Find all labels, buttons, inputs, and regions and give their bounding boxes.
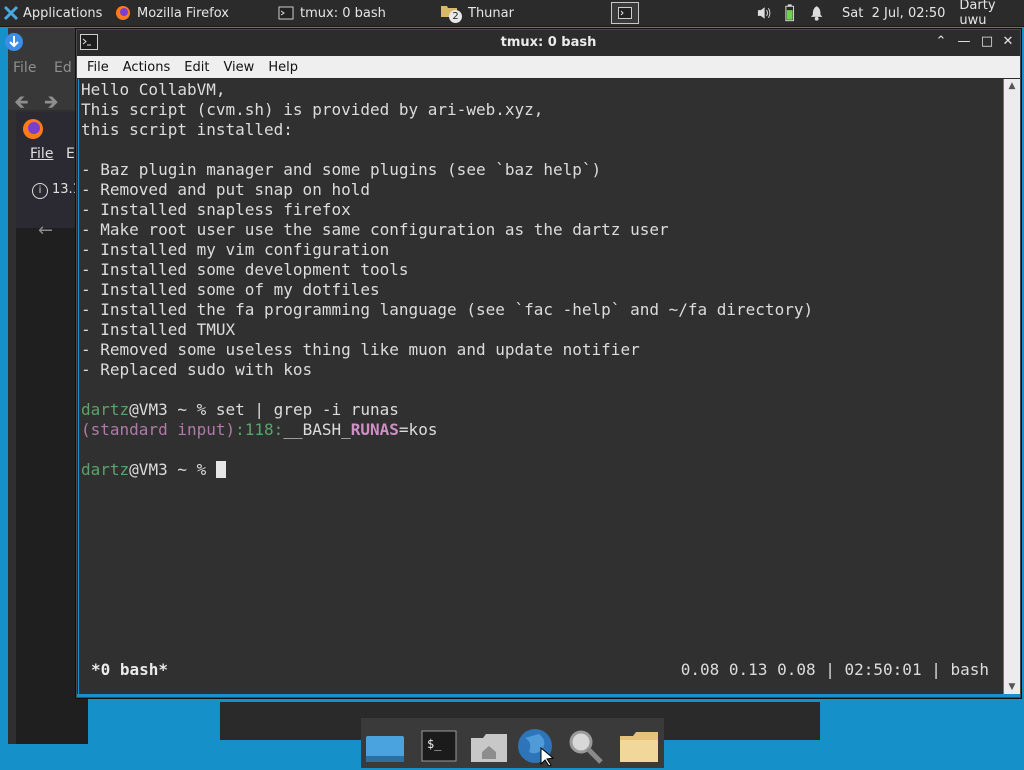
output-line: This script (cvm.sh) is provided by ari-… [81, 100, 544, 119]
grep-colon: : [235, 420, 245, 439]
output-line: - Installed TMUX [81, 320, 236, 339]
volume-icon[interactable] [756, 5, 773, 21]
grep-colon: : [273, 420, 284, 439]
menu-file[interactable]: File [77, 60, 116, 75]
close-button[interactable]: ✕ [999, 33, 1017, 51]
output-line: - Make root user use the same configurat… [81, 220, 669, 239]
output-line: - Installed some of my dotfiles [81, 280, 380, 299]
back-arrow-icon[interactable]: ← [38, 220, 53, 241]
clock[interactable]: Sat 2 Jul, 02:50 [842, 6, 945, 21]
terminal-icon [278, 6, 294, 20]
workspace-switcher[interactable] [608, 0, 642, 26]
firefox-icon [116, 6, 130, 20]
info-icon: i [32, 183, 48, 199]
tmux-status-right: 0.08 0.13 0.08 | 02:50:01 | bash [680, 660, 989, 679]
app-finder-icon[interactable] [563, 722, 607, 766]
firefox-icon [23, 119, 43, 139]
taskbar-label: tmux: 0 bash [300, 5, 386, 21]
taskbar-label: Mozilla Firefox [137, 5, 229, 21]
info-text: i 13.1 [32, 182, 81, 199]
folder-group-icon: 2 [440, 4, 464, 23]
menu-file[interactable]: File [30, 146, 53, 162]
xfce-x-icon [3, 5, 19, 21]
grep-prefix: __BASH_ [283, 420, 351, 439]
grep-suffix: =kos [398, 420, 438, 439]
text-cursor [215, 461, 226, 478]
user-name[interactable]: Darty uwu [959, 0, 1024, 28]
prompt-line[interactable]: dartz@VM3 ~ % [81, 460, 226, 480]
tmux-window-list[interactable]: *0 bash* [91, 660, 168, 679]
group-count-badge: 2 [449, 10, 462, 23]
scroll-up-arrow-icon[interactable]: ▲ [1004, 79, 1020, 93]
svg-text:$_: $_ [427, 737, 442, 751]
command-text: set | grep -i runas [215, 400, 399, 419]
taskbar-terminal[interactable]: tmux: 0 bash [274, 0, 436, 26]
menu-edit[interactable]: Edit [177, 60, 216, 75]
files-icon[interactable] [617, 722, 661, 766]
prompt-user: dartz [81, 400, 130, 419]
window-title: tmux: 0 bash [500, 35, 597, 50]
grep-source: (standard input) [81, 420, 236, 439]
terminal-output[interactable]: Hello CollabVM, This script (cvm.sh) is … [78, 79, 1004, 694]
shade-button[interactable]: ⌃ [932, 33, 950, 51]
terminal-window: tmux: 0 bash ⌃ — □ ✕ File Actions Edit V… [76, 29, 1021, 698]
applications-label: Applications [23, 5, 103, 21]
terminal-icon [618, 7, 632, 19]
output-line: - Removed some useless thing like muon a… [81, 340, 640, 359]
output-line: - Installed my vim configuration [81, 240, 390, 259]
prompt-user: dartz [81, 460, 130, 479]
output-line: - Installed snapless firefox [81, 200, 351, 219]
terminal-icon[interactable]: $_ [417, 722, 461, 766]
output-line: - Installed some development tools [81, 260, 409, 279]
output-line: - Replaced sudo with kos [81, 360, 313, 379]
prompt-host: @VM3 ~ % [129, 460, 216, 479]
prompt-line: dartz@VM3 ~ % set | grep -i runas [81, 400, 399, 420]
notification-bell-icon[interactable] [809, 5, 824, 21]
battery-icon[interactable] [783, 4, 796, 22]
terminal-menubar: File Actions Edit View Help [77, 56, 1020, 78]
taskbar-firefox[interactable]: Mozilla Firefox [112, 0, 271, 26]
prompt-host: @VM3 ~ % [129, 400, 216, 419]
output-line: - Installed the fa programming language … [81, 300, 814, 319]
grep-line-number: 118 [244, 420, 274, 439]
dock: $_ [361, 718, 664, 768]
output-line: this script installed: [81, 120, 293, 139]
scroll-down-arrow-icon[interactable]: ▼ [1004, 680, 1020, 694]
home-folder-icon[interactable] [467, 722, 511, 766]
grep-output-line: (standard input):118:__BASH_RUNAS=kos [81, 420, 437, 440]
taskbar-thunar[interactable]: 2 Thunar [438, 0, 600, 26]
window-border [77, 694, 1020, 697]
window-titlebar[interactable]: tmux: 0 bash ⌃ — □ ✕ [77, 30, 1020, 56]
system-tray: Sat 2 Jul, 02:50 Darty uwu [756, 0, 1024, 28]
top-panel: Applications Mozilla Firefox tmux: 0 bas… [0, 0, 1024, 28]
taskbar-label: Thunar [468, 5, 514, 21]
output-line: Hello CollabVM, [81, 80, 226, 99]
maximize-button[interactable]: □ [978, 33, 996, 51]
menu-view[interactable]: View [216, 60, 261, 75]
menu-edit[interactable]: Ed [54, 60, 72, 76]
minimize-button[interactable]: — [955, 33, 973, 51]
show-desktop-icon[interactable] [363, 722, 407, 766]
scrollbar[interactable]: ▲ ▼ [1004, 79, 1020, 694]
applications-menu-button[interactable]: Applications [0, 0, 111, 26]
menu-file[interactable]: File [13, 60, 36, 76]
grep-match: RUNAS [350, 420, 399, 439]
output-line: - Removed and put snap on hold [81, 180, 370, 199]
output-line: - Baz plugin manager and some plugins (s… [81, 160, 602, 179]
download-icon[interactable] [4, 32, 24, 52]
web-browser-icon[interactable] [513, 722, 557, 767]
menu-actions[interactable]: Actions [116, 60, 178, 75]
menu-help[interactable]: Help [261, 60, 305, 75]
